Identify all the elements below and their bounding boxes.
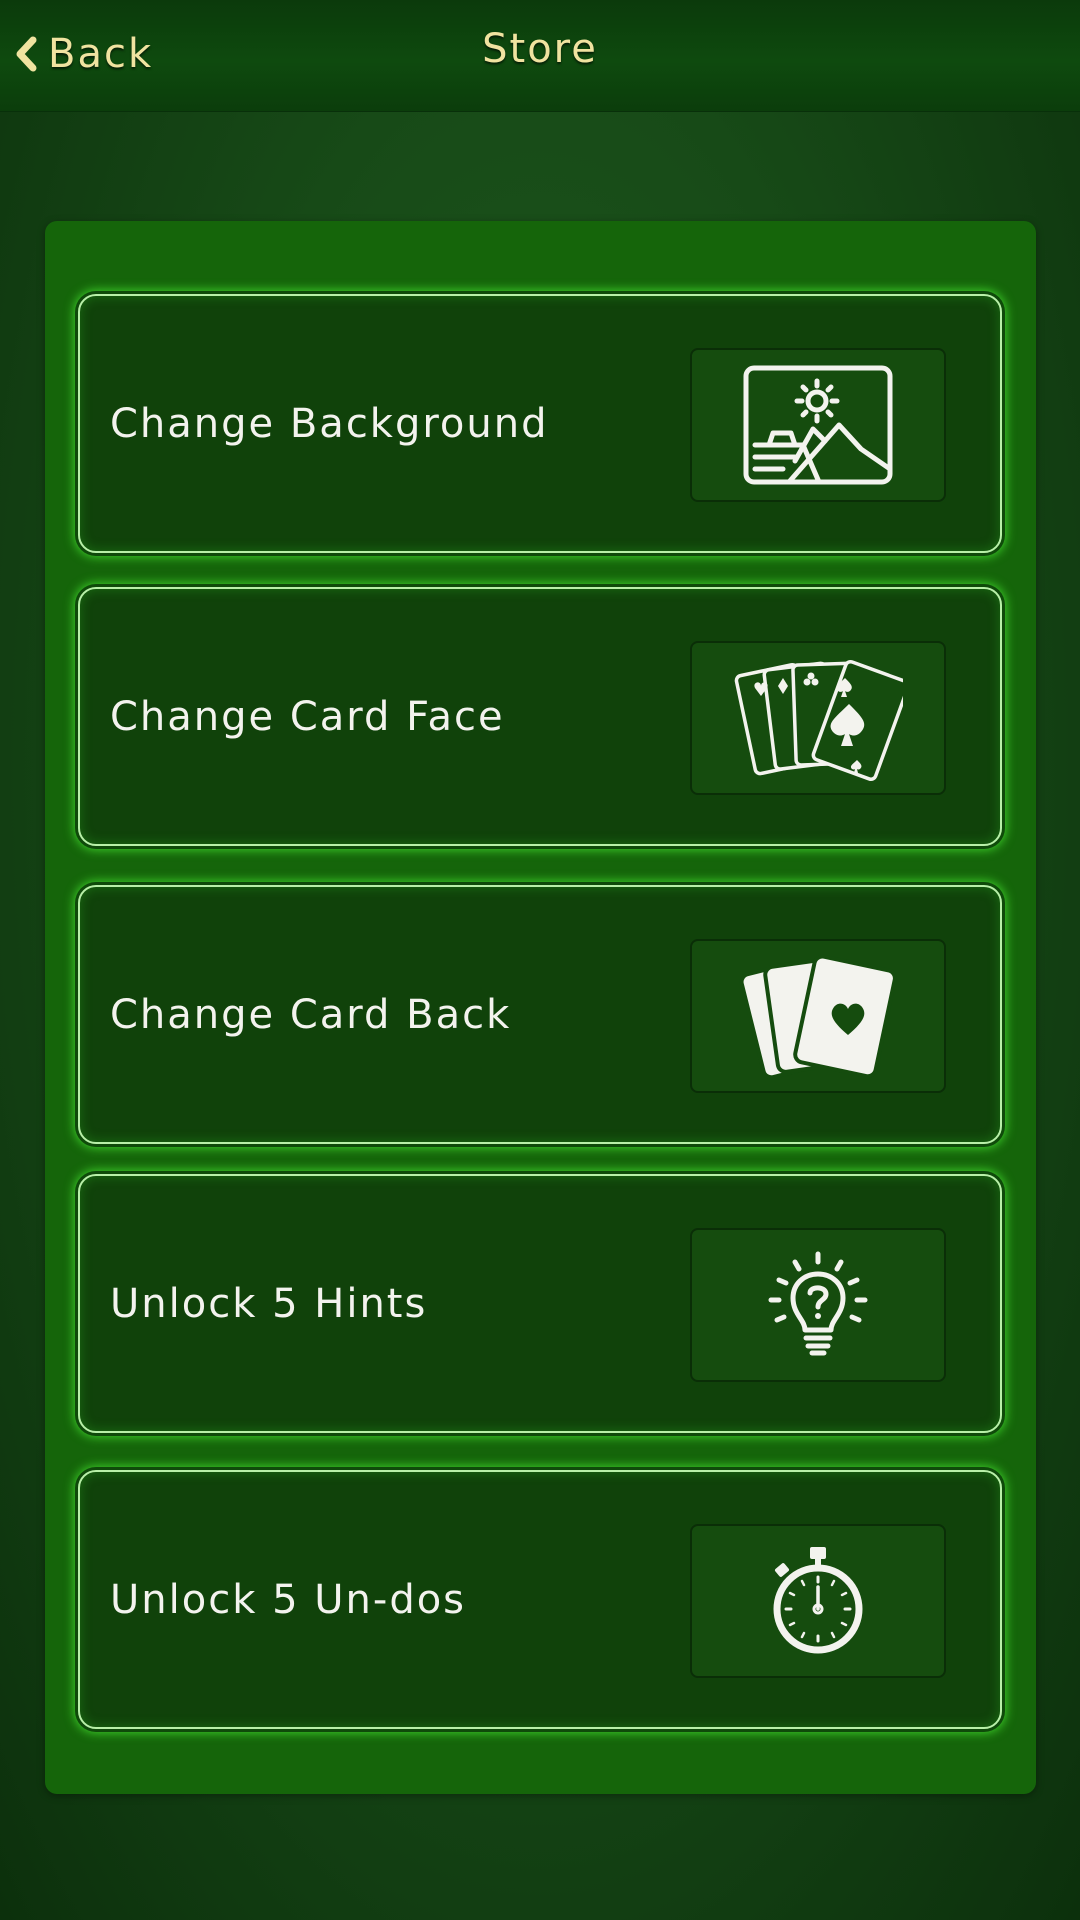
unlock-undos-button[interactable]: Unlock 5 Un-dos bbox=[78, 1470, 1002, 1729]
change-background-icon-box bbox=[690, 348, 946, 502]
change-background-label: Change Background bbox=[110, 400, 549, 447]
top-bar: Back Store bbox=[0, 0, 1080, 112]
landscape-image-icon bbox=[743, 365, 893, 485]
change-card-back-button[interactable]: Change Card Back bbox=[78, 885, 1002, 1144]
stopwatch-icon bbox=[768, 1545, 868, 1657]
unlock-undos-label: Unlock 5 Un-dos bbox=[110, 1576, 467, 1623]
change-card-face-button[interactable]: Change Card Face bbox=[78, 587, 1002, 846]
change-card-face-icon-box bbox=[690, 641, 946, 795]
card-fan-icon bbox=[733, 648, 903, 788]
unlock-hints-label: Unlock 5 Hints bbox=[110, 1280, 428, 1327]
change-card-face-label: Change Card Face bbox=[110, 693, 505, 740]
page-title: Store bbox=[482, 26, 598, 72]
unlock-undos-icon-box bbox=[690, 1524, 946, 1678]
card-back-icon bbox=[738, 951, 898, 1081]
lightbulb-hint-icon bbox=[763, 1250, 873, 1360]
change-background-button[interactable]: Change Background bbox=[78, 294, 1002, 553]
store-panel: Change Background Change Card Face Chang… bbox=[45, 221, 1036, 1794]
unlock-hints-icon-box bbox=[690, 1228, 946, 1382]
change-card-back-label: Change Card Back bbox=[110, 991, 512, 1038]
unlock-hints-button[interactable]: Unlock 5 Hints bbox=[78, 1174, 1002, 1433]
change-card-back-icon-box bbox=[690, 939, 946, 1093]
